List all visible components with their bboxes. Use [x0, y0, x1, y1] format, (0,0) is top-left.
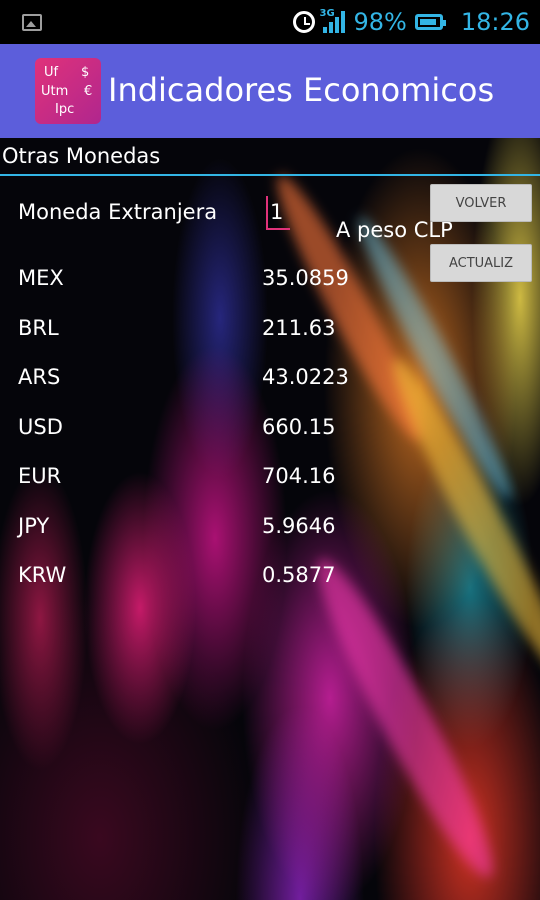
action-bar: Uf $ Utm € Ipc Indicadores Economicos: [0, 44, 540, 138]
main-content: Otras Monedas Moneda Extranjera A peso C…: [0, 138, 540, 900]
rate-row-eur: EUR 704.16: [0, 464, 540, 494]
volver-button[interactable]: VOLVER: [430, 184, 532, 222]
signal-icon: 3G: [319, 8, 346, 33]
app-icon-text-ipc: Ipc: [55, 102, 75, 117]
battery-icon: [414, 14, 446, 30]
rate-row-mex: MEX 35.0859: [0, 266, 540, 296]
rate-value: 211.63: [262, 316, 336, 340]
section-divider: [0, 174, 540, 176]
rate-code: EUR: [18, 464, 62, 488]
amount-input[interactable]: [266, 196, 290, 230]
rate-row-usd: USD 660.15: [0, 415, 540, 445]
rate-row-jpy: JPY 5.9646: [0, 514, 540, 544]
app-icon-text-dollar: $: [81, 65, 90, 80]
rate-value: 35.0859: [262, 266, 349, 290]
rate-value: 43.0223: [262, 365, 349, 389]
moneda-extranjera-label: Moneda Extranjera: [18, 200, 218, 224]
app-logo-icon[interactable]: Uf $ Utm € Ipc: [35, 58, 101, 124]
network-type: 3G: [319, 8, 335, 19]
rate-code: KRW: [18, 563, 67, 587]
rate-row-brl: BRL 211.63: [0, 316, 540, 346]
rate-row-ars: ARS 43.0223: [0, 365, 540, 395]
status-indicators: 3G 98% 18:26: [293, 4, 530, 40]
rate-value: 5.9646: [262, 514, 336, 538]
rate-code: JPY: [18, 514, 50, 538]
app-icon-text-uf: Uf: [44, 65, 59, 80]
rate-row-krw: KRW 0.5877: [0, 563, 540, 593]
status-bar: 3G 98% 18:26: [0, 0, 540, 44]
rate-value: 660.15: [262, 415, 336, 439]
app-title: Indicadores Economicos: [108, 71, 495, 109]
gallery-notification-icon: [22, 14, 42, 31]
rate-value: 704.16: [262, 464, 336, 488]
app-icon-text-utm: Utm: [41, 84, 69, 99]
rate-value: 0.5877: [262, 563, 336, 587]
section-title: Otras Monedas: [2, 144, 161, 168]
rate-code: MEX: [18, 266, 64, 290]
rate-code: BRL: [18, 316, 59, 340]
battery-percent: 98%: [353, 8, 407, 36]
alarm-icon: [293, 11, 316, 33]
rate-code: USD: [18, 415, 63, 439]
app-icon-text-euro: €: [84, 84, 93, 99]
rate-code: ARS: [18, 365, 61, 389]
clock: 18:26: [460, 8, 530, 36]
